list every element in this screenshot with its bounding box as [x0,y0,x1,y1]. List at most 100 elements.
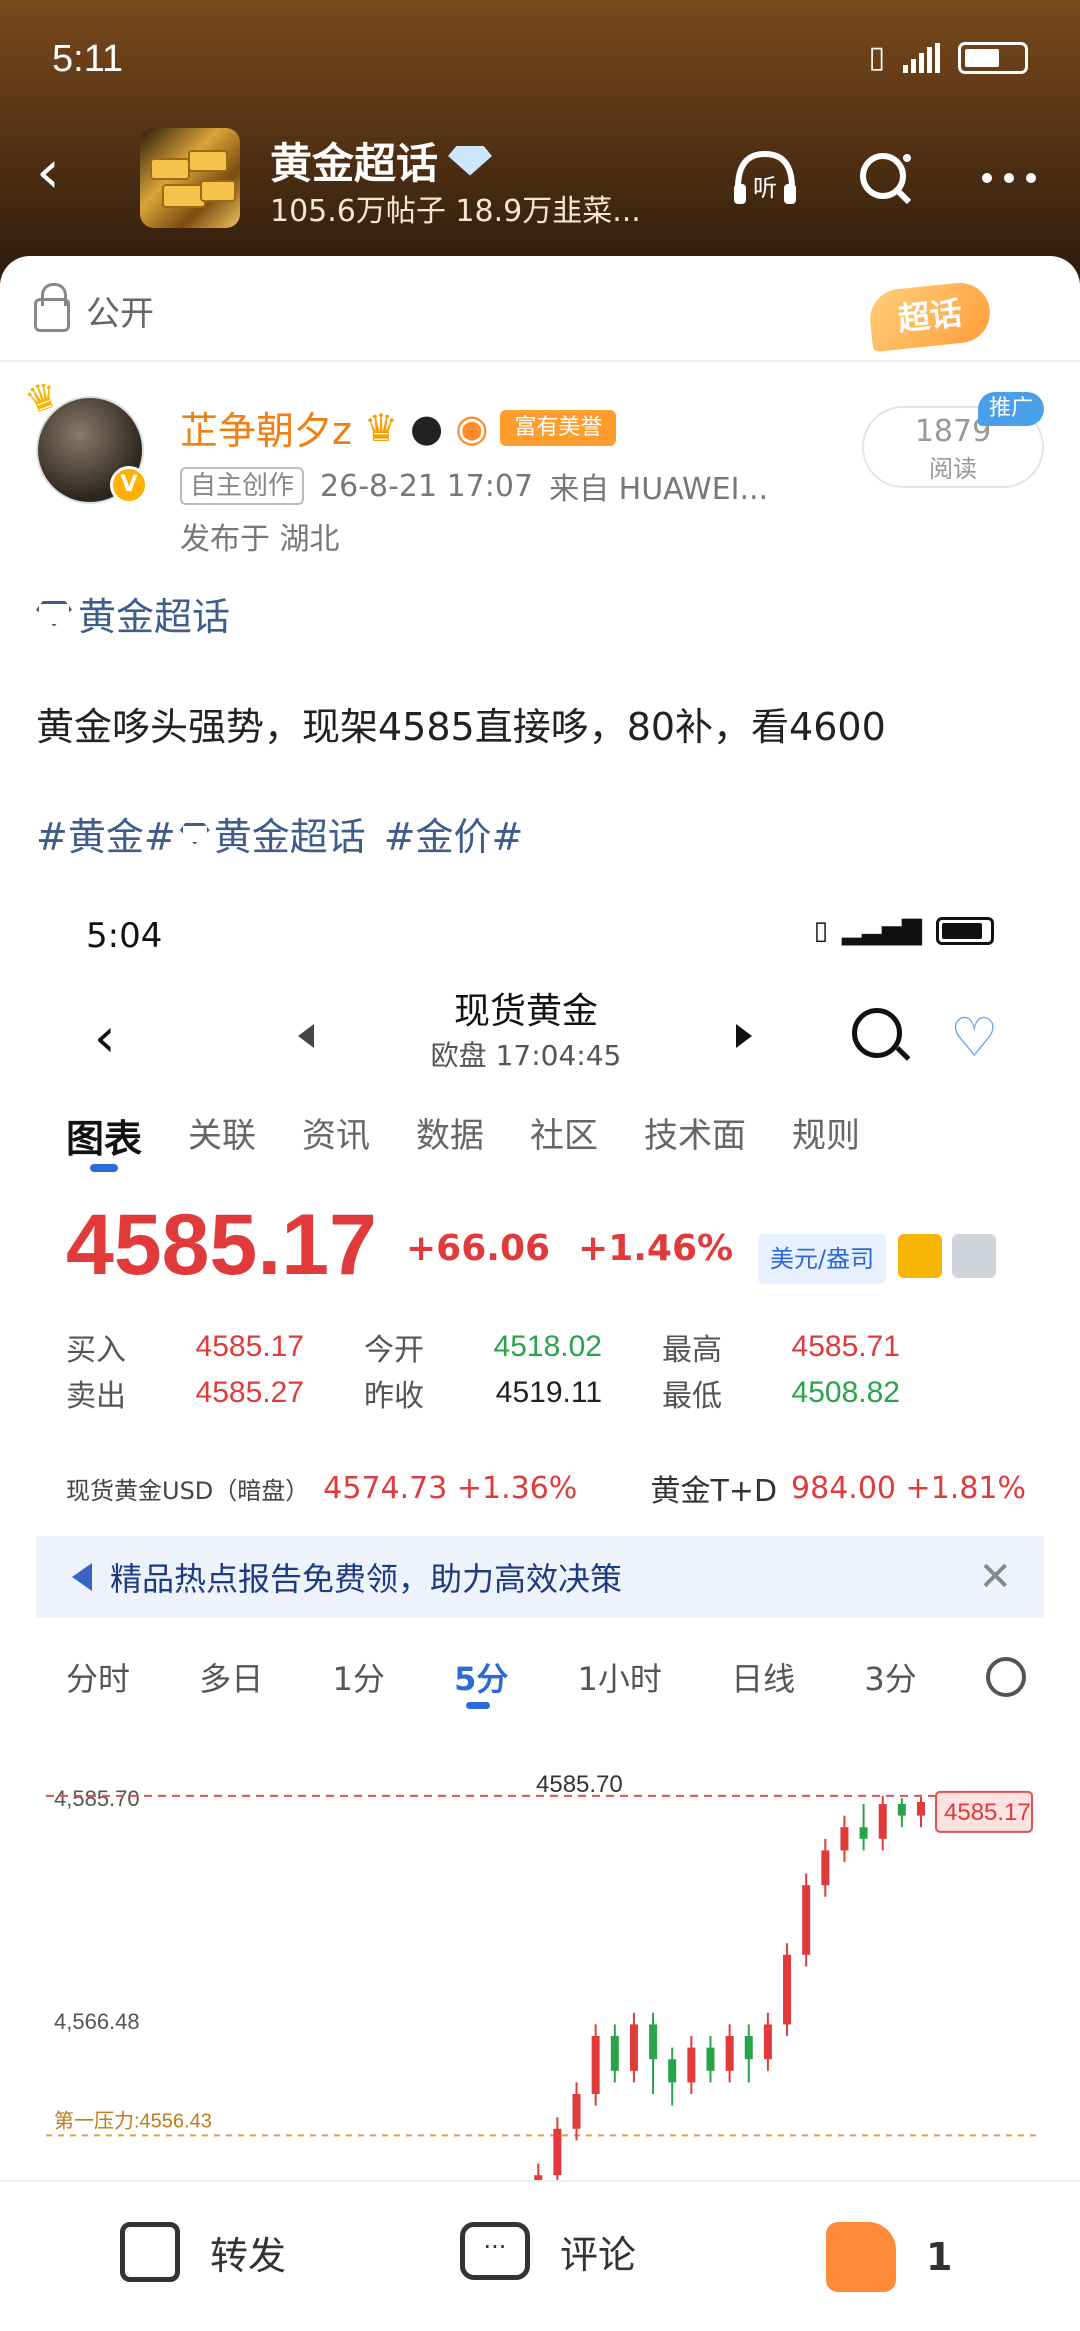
candle-body [725,2036,734,2071]
embedded-screenshot[interactable]: 5:04 ▯ ▂▃▅▇ ‹ 现货黄金 欧盘 17:04:45 ♡ 图表 关联 资… [36,876,1044,2331]
prev-close: 4519.11 [495,1376,602,1409]
topic-thumbnail[interactable] [140,128,240,228]
candle-body [783,1954,792,2025]
shot-tabs: 图表 关联 资讯 数据 社区 技术面 规则 [66,1108,861,1172]
battery-icon [958,41,1028,74]
tab-chart: 图表 [66,1108,142,1172]
signal-icon [903,42,940,73]
tab-rules: 规则 [792,1116,861,1156]
candle-body [840,1827,849,1851]
author-name-row[interactable]: 芷争朝夕z ♛ ● ◉ 富有美誉 [180,400,617,455]
open-price: 4518.02 [493,1330,602,1363]
diamond-icon [448,145,493,176]
search-icon[interactable] [852,148,922,208]
tab-community: 社区 [530,1116,599,1156]
thumbs-up-icon [826,2222,896,2292]
signal-icon: ▂▃▅▇ [842,916,922,946]
original-tag: 自主创作 [180,467,305,505]
candle-body [859,1827,868,1839]
unit-label: 美元/盎司 [758,1234,887,1284]
back-icon[interactable]: ‹ [36,142,80,214]
tab-news: 资讯 [302,1116,371,1156]
crown-badge-icon: ♛ [363,405,399,450]
prev-arrow-icon [298,1024,314,1048]
resistance-label: 第一压力:4556.43 [54,2109,212,2132]
listen-button[interactable]: 听 [730,148,800,208]
rich-badge[interactable]: 富有美誉 [500,409,617,446]
kline-tab: 日线 [731,1660,796,1698]
topic-header: 5:11 ▯ ‹ 黄金超话 105.6万帖子 18.9万韭菜... 听 [0,0,1080,290]
search-icon [852,1008,902,1058]
current-price: 4585.17 [66,1197,377,1293]
shot-title: 现货黄金 [453,991,598,1032]
verified-icon: V [110,466,148,504]
candle-body [763,2024,772,2060]
candle-body [897,1804,906,1816]
kline-tab: 1分 [332,1660,385,1698]
related-quotes: 现货黄金USD（暗盘） 4574.73 +1.36% 黄金T+D 984.00 … [66,1470,1026,1510]
next-arrow-icon [736,1024,752,1048]
y-tick-label: 4,585.70 [54,1786,140,1811]
high-price: 4585.71 [791,1330,900,1363]
topic-stats: 105.6万帖子 18.9万韭菜... [270,194,641,229]
hashtags: #黄金# 黄金超话 #金价# [36,806,523,861]
hashtag-gold[interactable]: #黄金# [36,806,176,861]
shot-status-time: 5:04 [86,916,163,956]
author-name[interactable]: 芷争朝夕z [180,400,352,455]
low-price: 4508.82 [791,1376,900,1409]
candle-body [802,1885,811,1955]
candle-body [917,1802,925,1816]
candle-body [629,2024,638,2071]
last-price-tag: 4585.17 [944,1799,1031,1826]
comment-button[interactable]: ··· 评论 [460,2222,636,2280]
chaohua-badge[interactable]: 超话 [867,279,993,353]
candle-body [572,2094,581,2129]
tab-data: 数据 [416,1116,485,1156]
comment-icon: ··· [460,2222,530,2280]
battery-icon [936,917,994,945]
share-icon [120,2222,180,2282]
status-icons: ▯ [868,40,1028,75]
post-body: 黄金哆头强势，现架4585直接哆，80补，看4600 [36,705,886,749]
refresh-icon [898,1234,942,1278]
close-icon: ✕ [978,1554,1012,1600]
svg-text:听: 听 [753,174,777,202]
post-location: 发布于 湖北 [180,522,340,557]
topic-link[interactable]: 黄金超话 [36,586,230,641]
more-icon[interactable] [974,148,1044,208]
promote-badge[interactable]: 推广 [978,392,1044,426]
post-meta: 自主创作 26-8-21 17:07 来自 HUAWEI... [180,464,768,508]
hashtag-price[interactable]: #金价# [384,806,524,861]
shot-back-icon: ‹ [94,1006,116,1069]
buy-price: 4585.17 [195,1330,304,1363]
kline-tab: 3分 [864,1660,917,1698]
candle-body [821,1850,830,1886]
diamond-icon [179,822,210,845]
gear-icon [977,1648,1035,1706]
fish-icon: ◉ [455,405,489,450]
tab-technical: 技术面 [644,1116,747,1156]
panda-icon: ● [410,405,444,450]
vibrate-icon: ▯ [868,40,885,75]
vibrate-icon: ▯ [813,916,829,946]
tab-related: 关联 [188,1116,257,1156]
share-button[interactable]: 转发 [120,2222,286,2282]
divider [0,360,1080,362]
promo-banner: 精品热点报告免费领，助力高效决策 ✕ [36,1536,1044,1618]
candle-body [591,2036,600,2094]
speaker-icon [72,1563,92,1591]
hashtag-chaohua[interactable]: 黄金超话 [214,806,366,861]
like-button[interactable]: 1 [826,2222,952,2292]
kline-tab-active: 5分 [454,1654,508,1709]
post-time: 26-8-21 17:07 [320,468,534,504]
high-line-label: 4585.70 [536,1771,623,1798]
kline-tab: 多日 [199,1660,264,1698]
shot-status-icons: ▯ ▂▃▅▇ [814,916,994,946]
heart-icon: ♡ [950,1006,999,1069]
action-bar: 转发 ··· 评论 1 [0,2180,1080,2331]
settings-icon [952,1234,996,1278]
candle-body [668,2059,677,2083]
candle-body [649,2024,658,2060]
sell-price: 4585.27 [195,1376,304,1409]
status-time: 5:11 [52,38,124,80]
